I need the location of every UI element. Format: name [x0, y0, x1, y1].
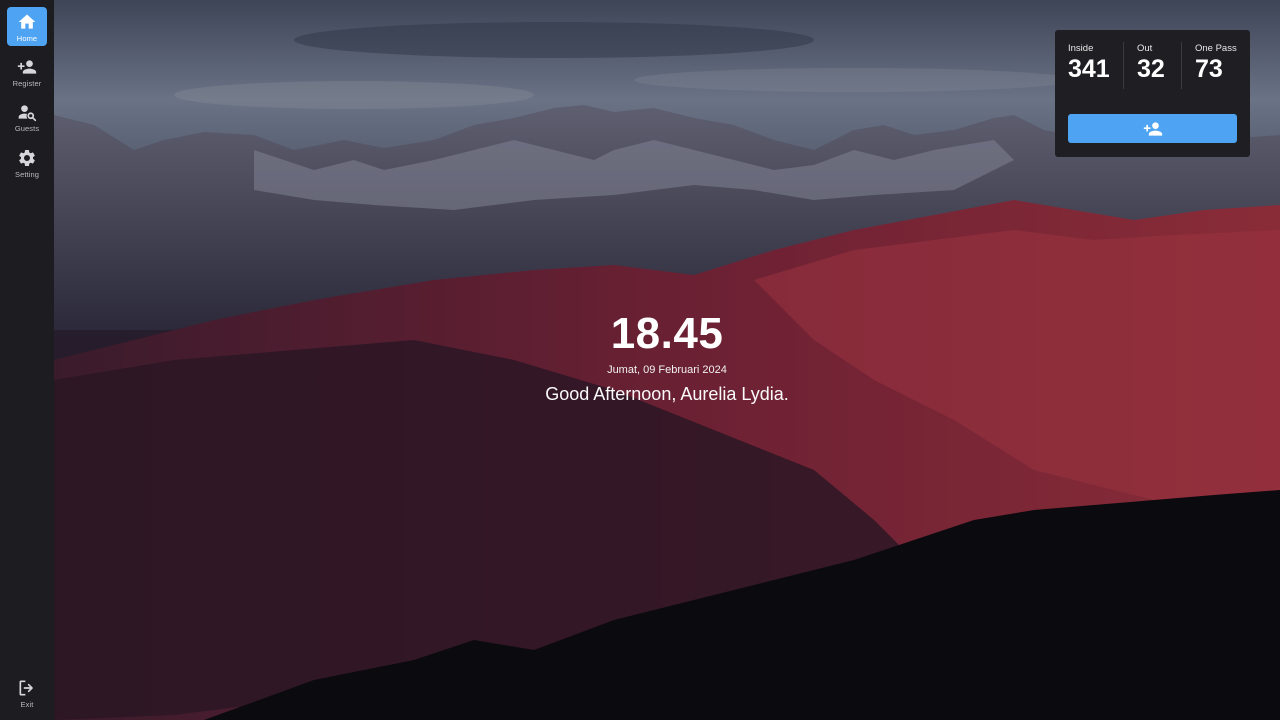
sidebar-item-label: Guests [14, 124, 40, 133]
exit-button[interactable]: Exit [7, 673, 47, 712]
sidebar: Home Register Guests Setting Exit [0, 0, 54, 720]
person-add-icon [1143, 121, 1162, 136]
home-icon [18, 14, 36, 29]
sidebar-item-label: Home [16, 34, 38, 43]
greeting-text: Good Afternoon, Aurelia Lydia. [545, 384, 789, 404]
sidebar-item-home[interactable]: Home [7, 7, 47, 46]
stat-out-label: Out [1137, 43, 1153, 54]
person-add-icon [17, 60, 37, 74]
stat-one-pass: One Pass 73 [1195, 43, 1237, 82]
logout-icon [19, 680, 33, 696]
stat-out: Out 32 [1137, 43, 1165, 82]
exit-label: Exit [20, 700, 34, 709]
sidebar-item-guests[interactable]: Guests [7, 97, 47, 136]
gear-icon [19, 149, 35, 166]
date-display: Jumat, 09 Februari 2024 [607, 364, 727, 376]
divider [1123, 42, 1124, 89]
stat-one-pass-value: 73 [1195, 55, 1223, 83]
time-display: 18.45 [610, 309, 724, 358]
stat-one-pass-label: One Pass [1195, 43, 1237, 54]
sidebar-item-register[interactable]: Register [7, 52, 47, 91]
stat-inside-value: 341 [1068, 55, 1110, 83]
stats-panel: Inside 341 Out 32 One Pass 73 [1055, 30, 1250, 157]
sidebar-item-label: Setting [14, 170, 40, 179]
stat-inside-label: Inside [1068, 43, 1094, 54]
stat-out-value: 32 [1137, 55, 1165, 83]
sidebar-item-setting[interactable]: Setting [7, 143, 47, 182]
stat-inside: Inside 341 [1068, 43, 1110, 82]
clock-widget: 18.45 Jumat, 09 Februari 2024 Good After… [54, 312, 1280, 405]
person-search-icon [18, 105, 37, 122]
add-guest-button[interactable] [1068, 114, 1237, 143]
sidebar-item-label: Register [12, 79, 42, 88]
divider [1181, 42, 1182, 89]
